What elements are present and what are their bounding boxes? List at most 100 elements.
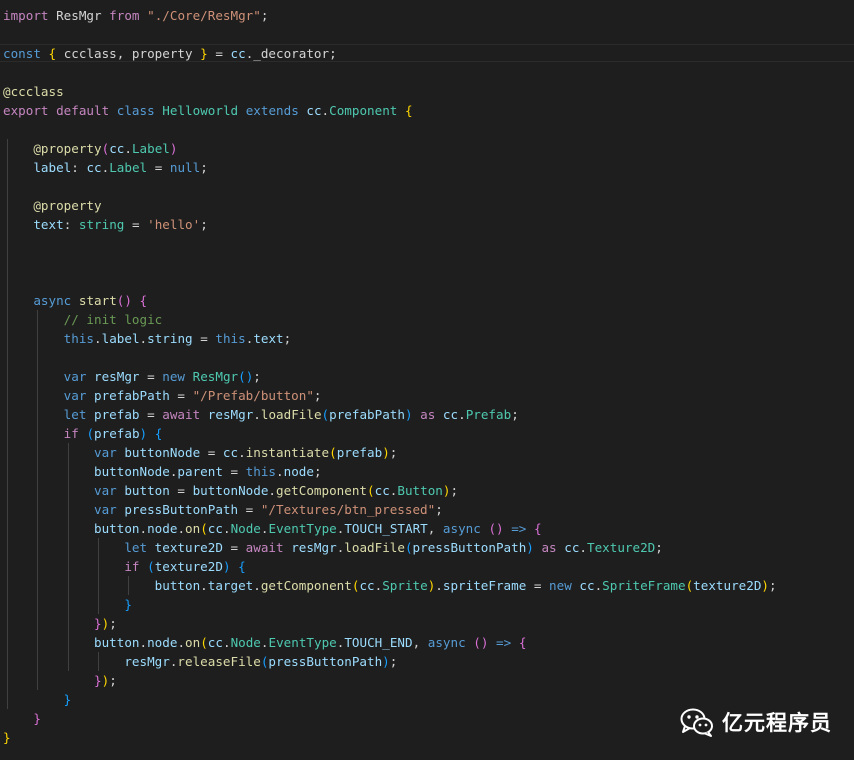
code-token: .	[200, 578, 208, 593]
code-line[interactable]: if (texture2D) {	[3, 557, 245, 576]
code-token: text	[33, 217, 64, 232]
code-token: :	[71, 160, 87, 175]
code-token: )	[382, 445, 390, 460]
code-line[interactable]: let texture2D = await resMgr. loadFile(pr…	[3, 538, 663, 557]
code-token: ()	[488, 521, 504, 536]
code-token: =	[192, 331, 216, 346]
code-token: ()	[473, 635, 489, 650]
code-token: TOUCH_START	[344, 521, 428, 536]
code-line[interactable]: import ResMgr from "./Core/ResMgr";	[3, 6, 268, 25]
code-token: prefabPath	[329, 407, 405, 422]
code-token: )	[139, 426, 148, 441]
code-line[interactable]: async start() {	[3, 291, 147, 310]
code-line[interactable]: var prefabPath = "/Prefab/button";	[3, 386, 322, 405]
code-token: cc	[306, 103, 322, 118]
code-token: parent	[177, 464, 223, 479]
code-line[interactable]: button.node.on(cc.Node.EventType.TOUCH_E…	[3, 633, 526, 652]
code-token: node	[147, 521, 178, 536]
code-token: =	[139, 407, 163, 422]
code-line[interactable]: var buttonNode = cc.instantiate(prefab);	[3, 443, 397, 462]
code-token: @ccclass	[3, 84, 64, 99]
code-token: ;	[253, 369, 261, 384]
code-line[interactable]: label: cc.Label = null;	[3, 158, 207, 177]
code-line[interactable]: this.label.string = this.text;	[3, 329, 292, 348]
code-line[interactable]: }	[3, 728, 11, 747]
code-line[interactable]: let prefab = await resMgr.loadFile(prefa…	[3, 405, 519, 424]
code-line[interactable]: const { ccclass, property } = cc._decora…	[3, 44, 337, 63]
code-token: .	[238, 445, 246, 460]
code-token: this	[63, 331, 95, 346]
code-line[interactable]: }	[3, 709, 41, 728]
code-line[interactable]: button.node.on(cc.Node.EventType.TOUCH_S…	[3, 519, 542, 538]
code-token: cc	[109, 141, 125, 156]
code-line[interactable]: export default class Helloworld extends …	[3, 101, 413, 120]
code-line[interactable]: resMgr.releaseFile(pressButtonPath);	[3, 652, 397, 671]
code-token: string	[147, 331, 193, 346]
code-token: async	[427, 635, 466, 650]
code-line[interactable]: text: string = 'hello';	[3, 215, 208, 234]
code-token: cc	[579, 578, 595, 593]
code-token: button	[94, 635, 140, 650]
code-line[interactable]: button.target.getComponent(cc.Sprite).sp…	[3, 576, 777, 595]
watermark-text: 亿元程序员	[722, 711, 832, 735]
code-line[interactable]: @ccclass	[3, 82, 64, 101]
code-token: buttonNode	[124, 445, 201, 460]
code-token: var	[94, 445, 117, 460]
code-line[interactable]: }	[3, 690, 72, 709]
code-line[interactable]: buttonNode.parent = this.node;	[3, 462, 322, 481]
code-token: {	[139, 293, 148, 308]
code-token: .	[321, 103, 330, 118]
code-line[interactable]: var button = buttonNode.getComponent(cc.…	[3, 481, 458, 500]
code-token: buttonNode	[94, 464, 170, 479]
code-token: =	[124, 217, 148, 232]
code-line[interactable]: });	[3, 671, 117, 690]
code-token: =	[222, 464, 246, 479]
code-token: =>	[511, 521, 527, 536]
code-token: button	[154, 578, 201, 593]
code-token: async	[442, 521, 481, 536]
code-token: }	[94, 616, 102, 631]
code-token: =>	[496, 635, 512, 650]
code-token: .	[253, 407, 261, 422]
code-token: label	[101, 331, 140, 346]
code-token: {	[154, 426, 163, 441]
code-token: pressButtonPath	[412, 540, 527, 555]
code-token: await	[245, 540, 284, 555]
wechat-icon	[680, 707, 714, 737]
code-token: .	[139, 521, 148, 536]
code-token: =	[200, 445, 223, 460]
code-line[interactable]: @property(cc.Label)	[3, 139, 177, 158]
code-token: label	[33, 160, 72, 175]
code-line[interactable]: // init logic	[3, 310, 163, 329]
code-token: (	[329, 445, 337, 460]
code-line[interactable]: var resMgr = new ResMgr();	[3, 367, 261, 386]
code-token: Node	[230, 521, 261, 536]
code-token: async	[33, 293, 72, 308]
code-line[interactable]: var pressButtonPath = "/Textures/btn_pre…	[3, 500, 443, 519]
code-token: =	[222, 540, 246, 555]
code-editor[interactable]: import ResMgr from "./Core/ResMgr"; const…	[0, 0, 854, 760]
indent-guide	[128, 576, 130, 595]
code-line[interactable]: });	[3, 614, 117, 633]
code-line[interactable]: if (prefab) {	[3, 424, 163, 443]
code-token: ;	[200, 217, 208, 232]
code-token: .	[276, 464, 284, 479]
code-token: )	[404, 407, 413, 422]
code-token: getComponent	[260, 578, 352, 593]
watermark: 亿元程序员	[680, 706, 832, 738]
code-token: Sprite	[382, 578, 428, 593]
code-line[interactable]: @property	[3, 196, 101, 215]
